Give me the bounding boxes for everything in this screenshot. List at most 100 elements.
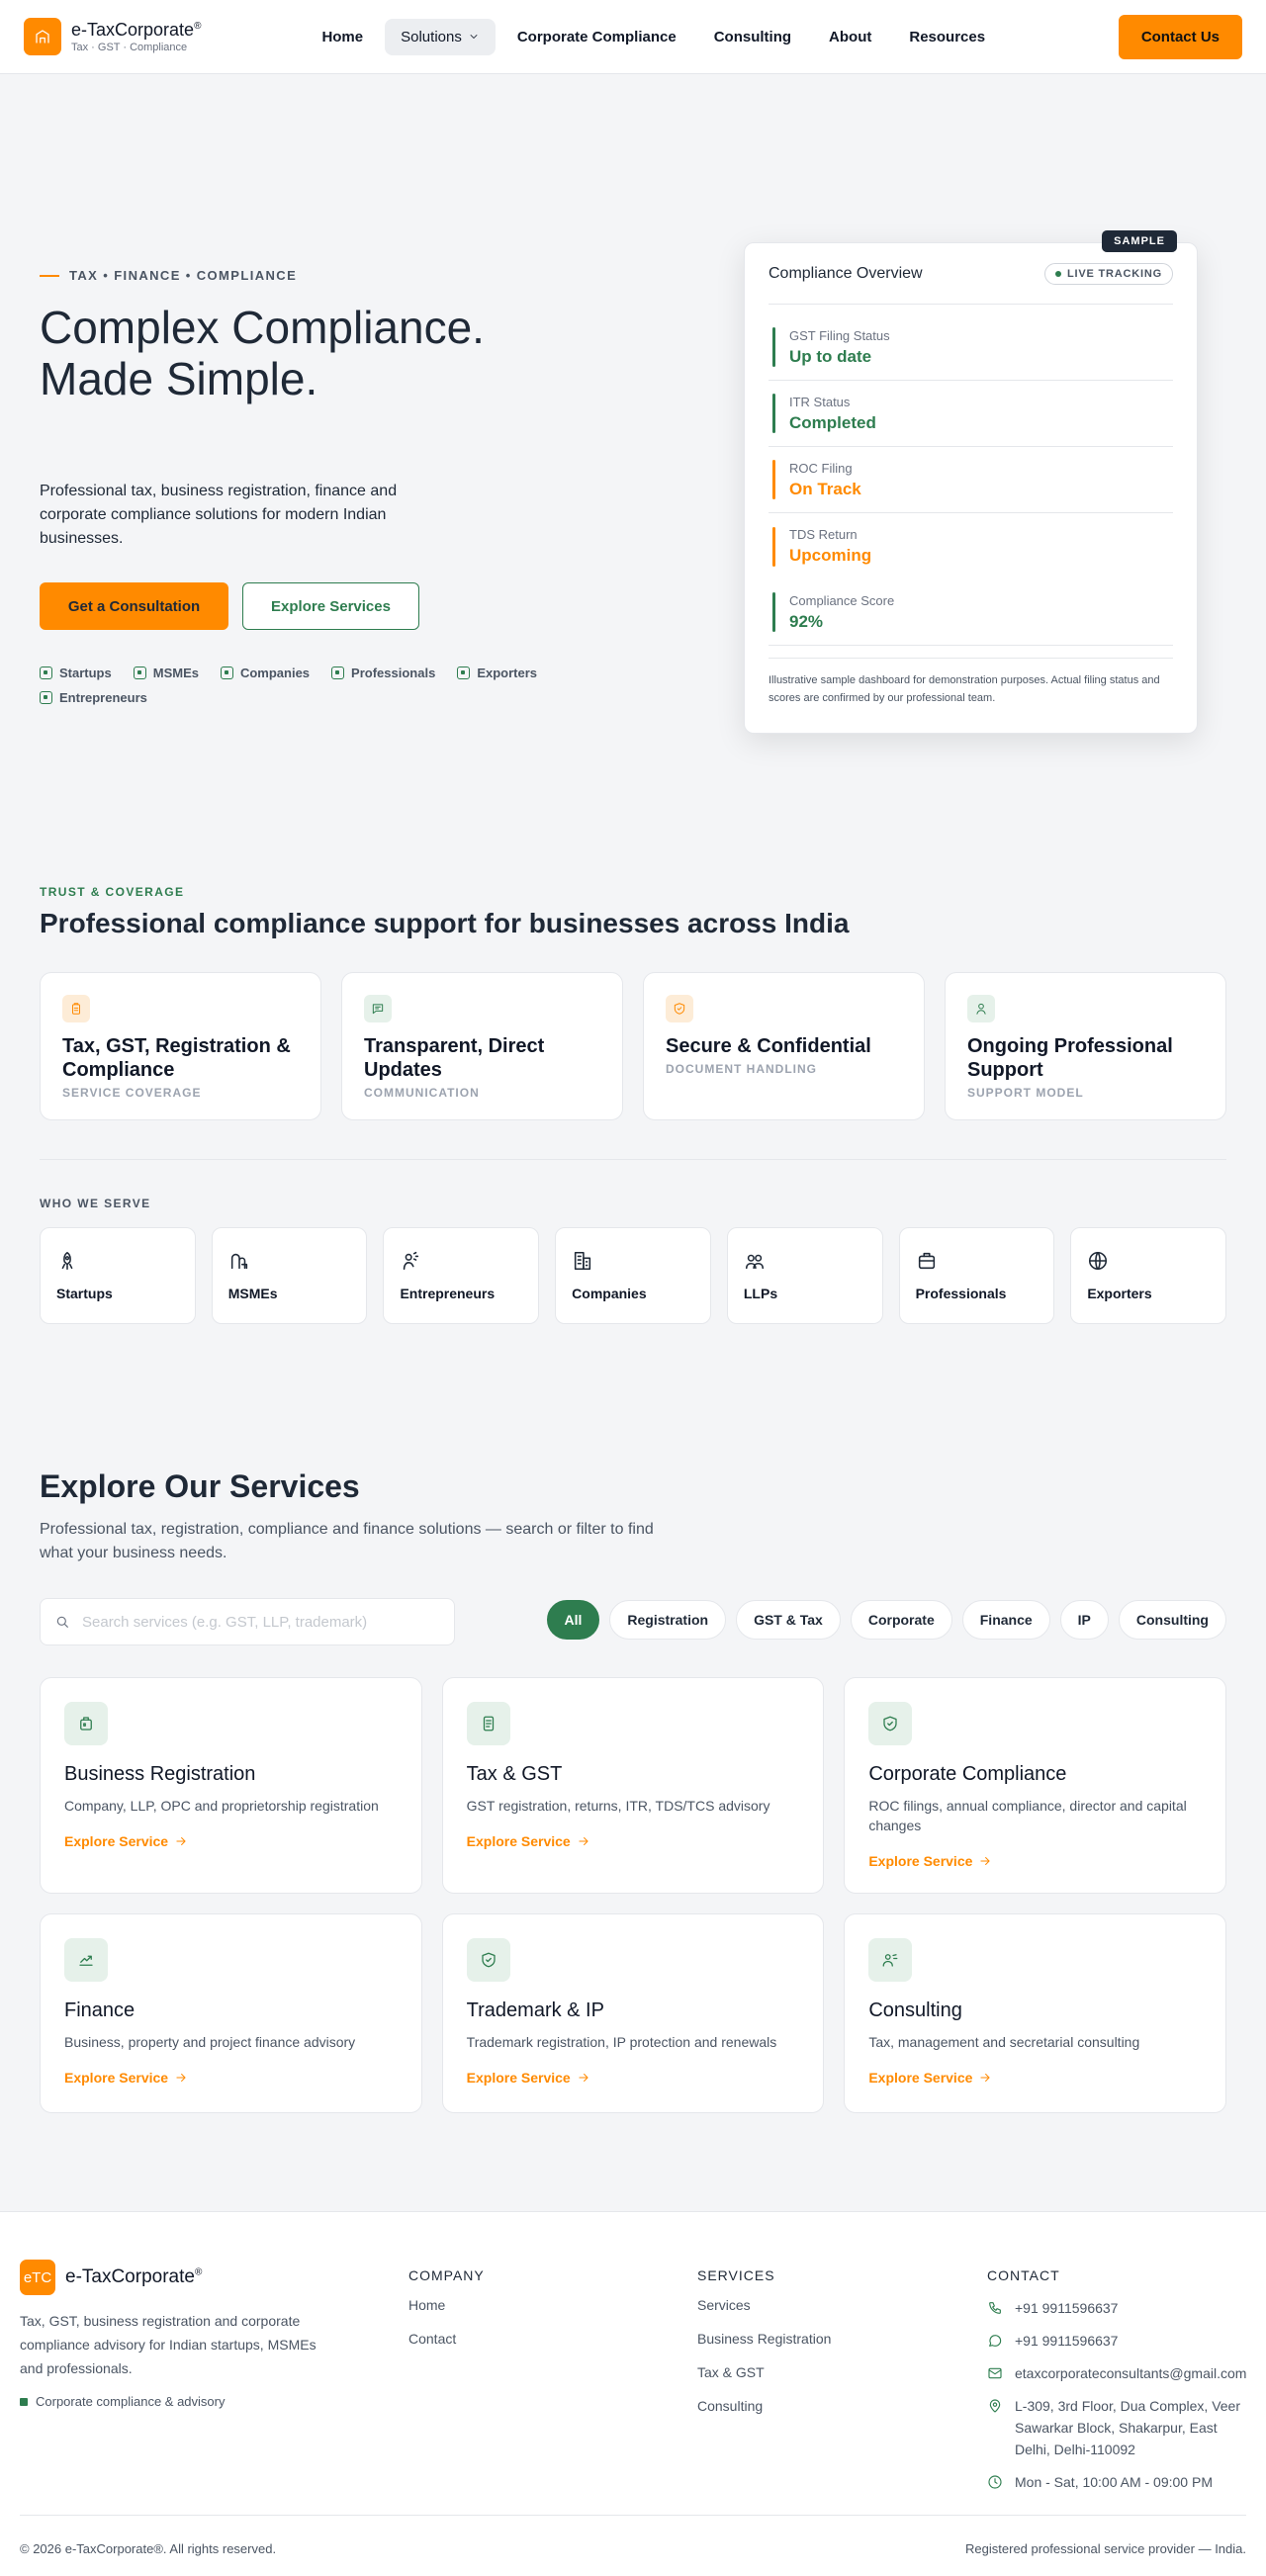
nav-solutions[interactable]: Solutions [385, 18, 496, 55]
nav-home[interactable]: Home [306, 19, 379, 55]
who-card-companies[interactable]: Companies [555, 1227, 711, 1324]
check-square-icon [220, 666, 233, 679]
check-square-icon [133, 666, 146, 679]
explore-service-link[interactable]: Explore Service [868, 2070, 1202, 2086]
nav-about[interactable]: About [813, 19, 887, 55]
filter-gst-tax[interactable]: GST & Tax [736, 1600, 841, 1640]
trust-card-title: Tax, GST, Registration & Compliance [62, 1035, 291, 1081]
service-description: Tax, management and secretarial consulti… [868, 2034, 1140, 2050]
footer-link-consulting[interactable]: Consulting [697, 2398, 831, 2414]
mail-icon [988, 2367, 1002, 2379]
audience-item: Entrepreneurs [40, 690, 147, 705]
hero-section: TAX • FINANCE • COMPLIANCE Complex Compl… [0, 74, 1266, 841]
footer-link-home[interactable]: Home [408, 2297, 485, 2313]
who-card-msmes[interactable]: MSMEs [211, 1227, 368, 1324]
explore-service-link[interactable]: Explore Service [467, 1833, 800, 1849]
status-row-gst: GST Filing Status Up to date [769, 314, 1173, 381]
footer-logo-mark: eTC [20, 2260, 55, 2295]
check-square-icon [40, 666, 52, 679]
nav-corporate-compliance[interactable]: Corporate Compliance [501, 19, 692, 55]
status-label: ITR Status [789, 394, 851, 409]
trust-label: TRUST & COVERAGE [40, 885, 185, 899]
service-description: Trademark registration, IP protection an… [466, 2034, 777, 2050]
dashboard-title: Compliance Overview [769, 264, 923, 282]
footer-tag: Corporate compliance & advisory [20, 2394, 336, 2409]
footer-email[interactable]: etaxcorporateconsultants@gmail.com [987, 2362, 1254, 2384]
who-card-llps[interactable]: LLPs [726, 1227, 883, 1324]
store-icon [228, 1250, 351, 1272]
filter-registration[interactable]: Registration [609, 1600, 727, 1640]
hero-description: Professional tax, business registration,… [40, 483, 398, 547]
footer-link-services[interactable]: Services [697, 2297, 831, 2313]
who-card-entrepreneurs[interactable]: Entrepreneurs [383, 1227, 540, 1324]
filter-finance[interactable]: Finance [961, 1600, 1050, 1640]
explore-service-link[interactable]: Explore Service [467, 2070, 800, 2086]
search-input[interactable] [82, 1613, 408, 1631]
service-filters: All Registration GST & Tax Corporate Fin… [546, 1600, 1226, 1640]
filter-consulting[interactable]: Consulting [1118, 1600, 1226, 1640]
explore-service-link[interactable]: Explore Service [64, 1833, 398, 1849]
arrow-right-icon [176, 2074, 186, 2082]
service-search [40, 1598, 455, 1645]
status-row-tds: TDS Return Upcoming [769, 513, 1173, 579]
footer-link-contact[interactable]: Contact [408, 2331, 485, 2347]
service-card-business-registration[interactable]: Business Registration Company, LLP, OPC … [40, 1677, 422, 1894]
who-card-exporters[interactable]: Exporters [1070, 1227, 1227, 1324]
contact-us-button[interactable]: Contact Us [1118, 14, 1242, 59]
compliance-overview-card: SAMPLE Compliance Overview LIVE TRACKING… [744, 230, 1198, 734]
footer-brand-name: e-TaxCorporate® [65, 2266, 203, 2287]
status-value: Upcoming [789, 546, 872, 565]
explore-service-link[interactable]: Explore Service [64, 2070, 398, 2086]
footer-address: L-309, 3rd Floor, Dua Complex, Veer Sawa… [987, 2395, 1254, 2460]
explore-service-link[interactable]: Explore Service [868, 1853, 1202, 1869]
service-title: Business Registration [64, 1763, 256, 1785]
trust-cards: Tax, GST, Registration & Compliance SERV… [40, 972, 1226, 1120]
footer-phone[interactable]: +91 9911596637 [987, 2297, 1254, 2319]
service-card-consulting[interactable]: Consulting Tax, management and secretari… [844, 1913, 1226, 2113]
clock-icon [988, 2475, 1002, 2489]
service-card-trademark-ip[interactable]: Trademark & IP Trademark registration, I… [441, 1913, 825, 2113]
trust-card-subtitle: SUPPORT MODEL [967, 1086, 1084, 1100]
site-header: e-TaxCorporate® Tax · GST · Compliance H… [0, 0, 1266, 74]
audience-item: Startups [40, 666, 112, 680]
footer-company: COMPANY Home Contact [408, 2267, 485, 2364]
service-card-tax-gst[interactable]: Tax & GST GST registration, returns, ITR… [441, 1677, 825, 1894]
shield-icon [466, 1938, 510, 1982]
service-title: Trademark & IP [466, 1999, 604, 2021]
status-bar [772, 592, 775, 632]
document-icon [466, 1702, 510, 1745]
get-consultation-button[interactable]: Get a Consultation [40, 582, 228, 630]
footer-description: Tax, GST, business registration and corp… [20, 2313, 316, 2376]
shield-check-icon [868, 1702, 913, 1745]
nav-resources[interactable]: Resources [893, 19, 1001, 55]
who-card-startups[interactable]: Startups [40, 1227, 196, 1324]
explore-services-button[interactable]: Explore Services [242, 582, 419, 630]
square-bullet-icon [20, 2397, 28, 2406]
footer-whatsapp[interactable]: +91 9911596637 [987, 2330, 1254, 2352]
trust-title: Professional compliance support for busi… [40, 908, 850, 938]
filter-all[interactable]: All [546, 1600, 600, 1640]
sample-badge: SAMPLE [1102, 230, 1177, 252]
user-advice-icon [868, 1938, 913, 1982]
filter-ip[interactable]: IP [1059, 1600, 1109, 1640]
arrow-right-icon [980, 2074, 990, 2082]
footer-link-business-registration[interactable]: Business Registration [697, 2331, 831, 2347]
person-idea-icon [400, 1250, 522, 1272]
trust-card: Transparent, Direct Updates COMMUNICATIO… [341, 972, 623, 1120]
footer-link-tax-gst[interactable]: Tax & GST [697, 2364, 831, 2380]
trust-card: Secure & Confidential DOCUMENT HANDLING [643, 972, 925, 1120]
who-card-professionals[interactable]: Professionals [898, 1227, 1055, 1324]
footer-logo[interactable]: eTC e-TaxCorporate® [20, 2260, 336, 2295]
nav-consulting[interactable]: Consulting [698, 19, 807, 55]
footer-brand: eTC e-TaxCorporate® Tax, GST, business r… [20, 2260, 336, 2409]
check-square-icon [331, 666, 345, 679]
service-card-corporate-compliance[interactable]: Corporate Compliance ROC filings, annual… [844, 1677, 1226, 1894]
arrow-right-icon [980, 1857, 990, 1865]
service-card-finance[interactable]: Finance Business, property and project f… [40, 1913, 422, 2113]
filter-corporate[interactable]: Corporate [850, 1600, 952, 1640]
status-value: 92% [789, 611, 824, 631]
status-label: Compliance Score [789, 592, 895, 608]
whatsapp-icon [989, 2335, 1002, 2347]
check-square-icon [40, 691, 52, 704]
brand-logo[interactable]: e-TaxCorporate® Tax · GST · Compliance [24, 18, 201, 55]
